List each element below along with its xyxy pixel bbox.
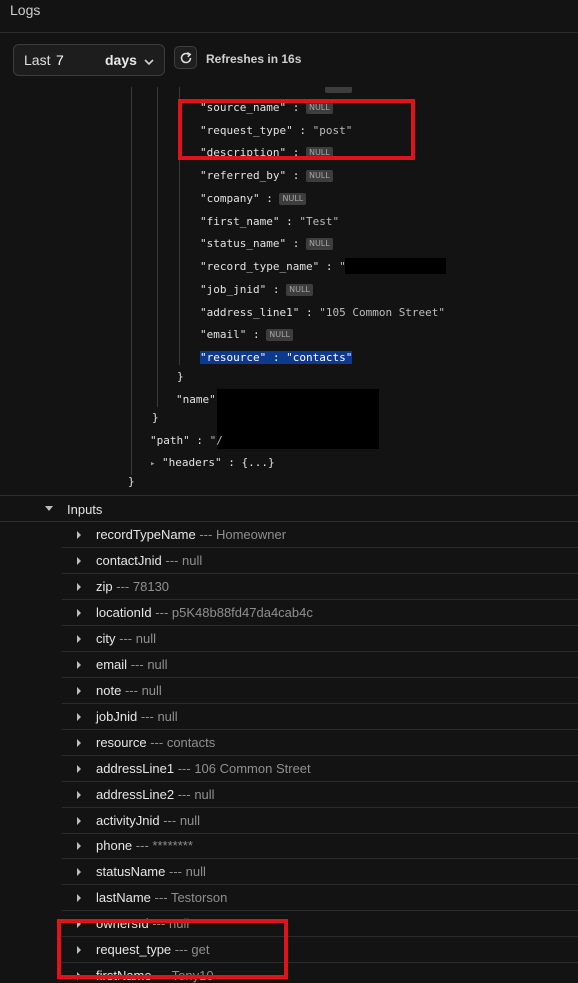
json-field-address-line1: "address_line1" : "105 Common Street" [200,306,446,319]
json-close-brace: } [152,411,159,424]
redaction-block [217,389,379,449]
refresh-button[interactable] [174,46,197,69]
json-field-job-jnid: "job_jnid" : NULL [200,282,313,298]
range-number[interactable]: 7 [56,52,64,68]
null-badge-partial [325,87,352,93]
input-row[interactable]: note --- null [62,678,578,704]
input-row[interactable]: addressLine1 --- 106 Common Street [62,756,578,782]
caret-right-icon[interactable] [77,531,81,539]
json-field-status-name: "status_name" : NULL [200,236,333,252]
chevron-right-icon[interactable]: ▸ [150,459,155,469]
json-field-email: "email" : NULL [200,327,293,343]
refresh-icon [180,51,192,64]
json-field-record-type-name: "record_type_name" : " [200,260,346,273]
caret-right-icon[interactable] [77,842,81,850]
input-row[interactable]: phone --- ******** [62,833,578,859]
tree-guide-line [131,87,132,475]
caret-right-icon[interactable] [77,687,81,695]
input-row[interactable]: lastName --- Testorson [62,885,578,911]
caret-right-icon[interactable] [77,765,81,773]
caret-right-icon[interactable] [77,661,81,669]
json-field-name: "name" [176,393,216,406]
page-title: Logs [10,2,41,18]
input-row[interactable]: email --- null [62,652,578,678]
inputs-label: Inputs [67,502,103,517]
caret-right-icon[interactable] [77,583,81,591]
chevron-down-icon[interactable] [142,55,156,69]
range-last-label: Last [24,52,51,68]
caret-right-icon[interactable] [77,894,81,902]
caret-right-icon[interactable] [77,739,81,747]
caret-right-icon[interactable] [77,817,81,825]
json-field-resource[interactable]: "resource" : "contacts" [200,350,353,366]
input-row[interactable]: addressLine2 --- null [62,782,578,808]
input-row[interactable]: contactJnid --- null [62,548,578,574]
input-row[interactable]: zip --- 78130 [62,574,578,600]
title-bar: Logs [0,0,578,33]
input-row[interactable]: locationId --- p5K48b88fd47da4cab4c [62,600,578,626]
json-close-brace: } [177,370,184,383]
json-field-path: "path" : "/ [150,434,223,447]
redaction-block [345,258,446,274]
caret-right-icon[interactable] [77,635,81,643]
caret-right-icon[interactable] [77,557,81,565]
refresh-countdown: Refreshes in 16s [206,52,302,66]
input-row[interactable]: activityJnid --- null [62,808,578,834]
json-field-first-name: "first_name" : "Test" [200,215,340,228]
json-close-brace: } [128,475,135,488]
tree-guide-line [157,87,158,407]
caret-right-icon[interactable] [77,868,81,876]
json-field-referred-by: "referred_by" : NULL [200,168,333,184]
inputs-section-header[interactable]: Inputs [0,495,578,522]
toolbar: Last 7 days Refreshes in 16s [0,33,578,87]
caret-right-icon[interactable] [77,791,81,799]
range-unit[interactable]: days [105,52,137,68]
highlight-box [178,99,415,160]
highlight-box [57,919,288,979]
caret-down-icon[interactable] [45,506,53,511]
caret-right-icon[interactable] [77,609,81,617]
input-row[interactable]: city --- null [62,626,578,652]
input-row[interactable]: statusName --- null [62,859,578,885]
json-field-headers[interactable]: ▸ "headers" : {...} [150,455,275,471]
caret-right-icon[interactable] [77,713,81,721]
input-row[interactable]: resource --- contacts [62,730,578,756]
time-range-select[interactable]: Last 7 days [13,44,165,76]
input-row[interactable]: recordTypeName --- Homeowner [62,522,578,548]
json-field-company: "company" : NULL [200,191,307,207]
input-row[interactable]: jobJnid --- null [62,704,578,730]
